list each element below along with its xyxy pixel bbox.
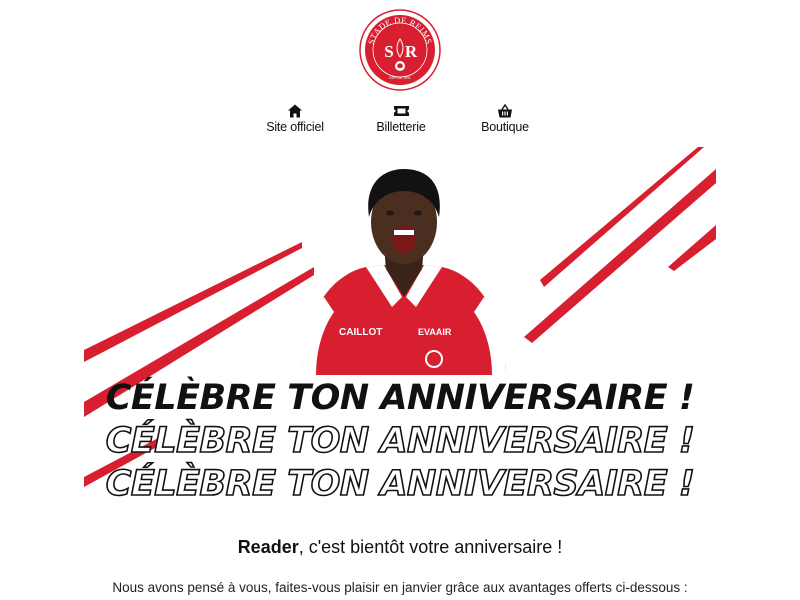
nav-boutique[interactable]: Boutique: [455, 104, 555, 134]
top-nav: Site officiel Billetterie Boutique: [0, 104, 800, 138]
recipient-name: Reader: [237, 537, 299, 557]
slash-decoration: [668, 225, 716, 271]
greeting-text: , c'est bientôt votre anniversaire !: [298, 537, 563, 557]
monogram-s: S: [384, 42, 393, 61]
intro-text: Nous avons pensé à vous, faites-vous pla…: [112, 580, 688, 595]
nav-label: Billetterie: [376, 120, 426, 134]
club-logo[interactable]: STADE DE REIMS S R DEPUIS 1931: [359, 9, 441, 91]
monogram-r: R: [405, 42, 418, 61]
nav-label: Boutique: [481, 120, 529, 134]
founded-label: DEPUIS 1931: [389, 76, 411, 80]
jersey-sponsor-right: EVAAIR: [418, 327, 452, 337]
player-photo: CAILLOT EVAAIR: [302, 169, 506, 375]
basket-icon: [498, 104, 512, 118]
ticket-icon: [393, 106, 409, 116]
headline-outline: CÉLÈBRE TON ANNIVERSAIRE !: [105, 421, 696, 461]
headline-solid: CÉLÈBRE TON ANNIVERSAIRE !: [105, 378, 695, 418]
nav-site-officiel[interactable]: Site officiel: [245, 104, 345, 134]
nav-label: Site officiel: [266, 120, 324, 134]
headline-outline: CÉLÈBRE TON ANNIVERSAIRE !: [105, 464, 696, 504]
birthday-greeting: Reader, c'est bientôt votre anniversaire…: [0, 537, 800, 558]
jersey-sponsor-left: CAILLOT: [339, 327, 382, 338]
nav-billetterie[interactable]: Billetterie: [351, 104, 451, 134]
home-icon: [288, 104, 302, 118]
club-crest-icon: STADE DE REIMS S R DEPUIS 1931: [359, 9, 441, 91]
